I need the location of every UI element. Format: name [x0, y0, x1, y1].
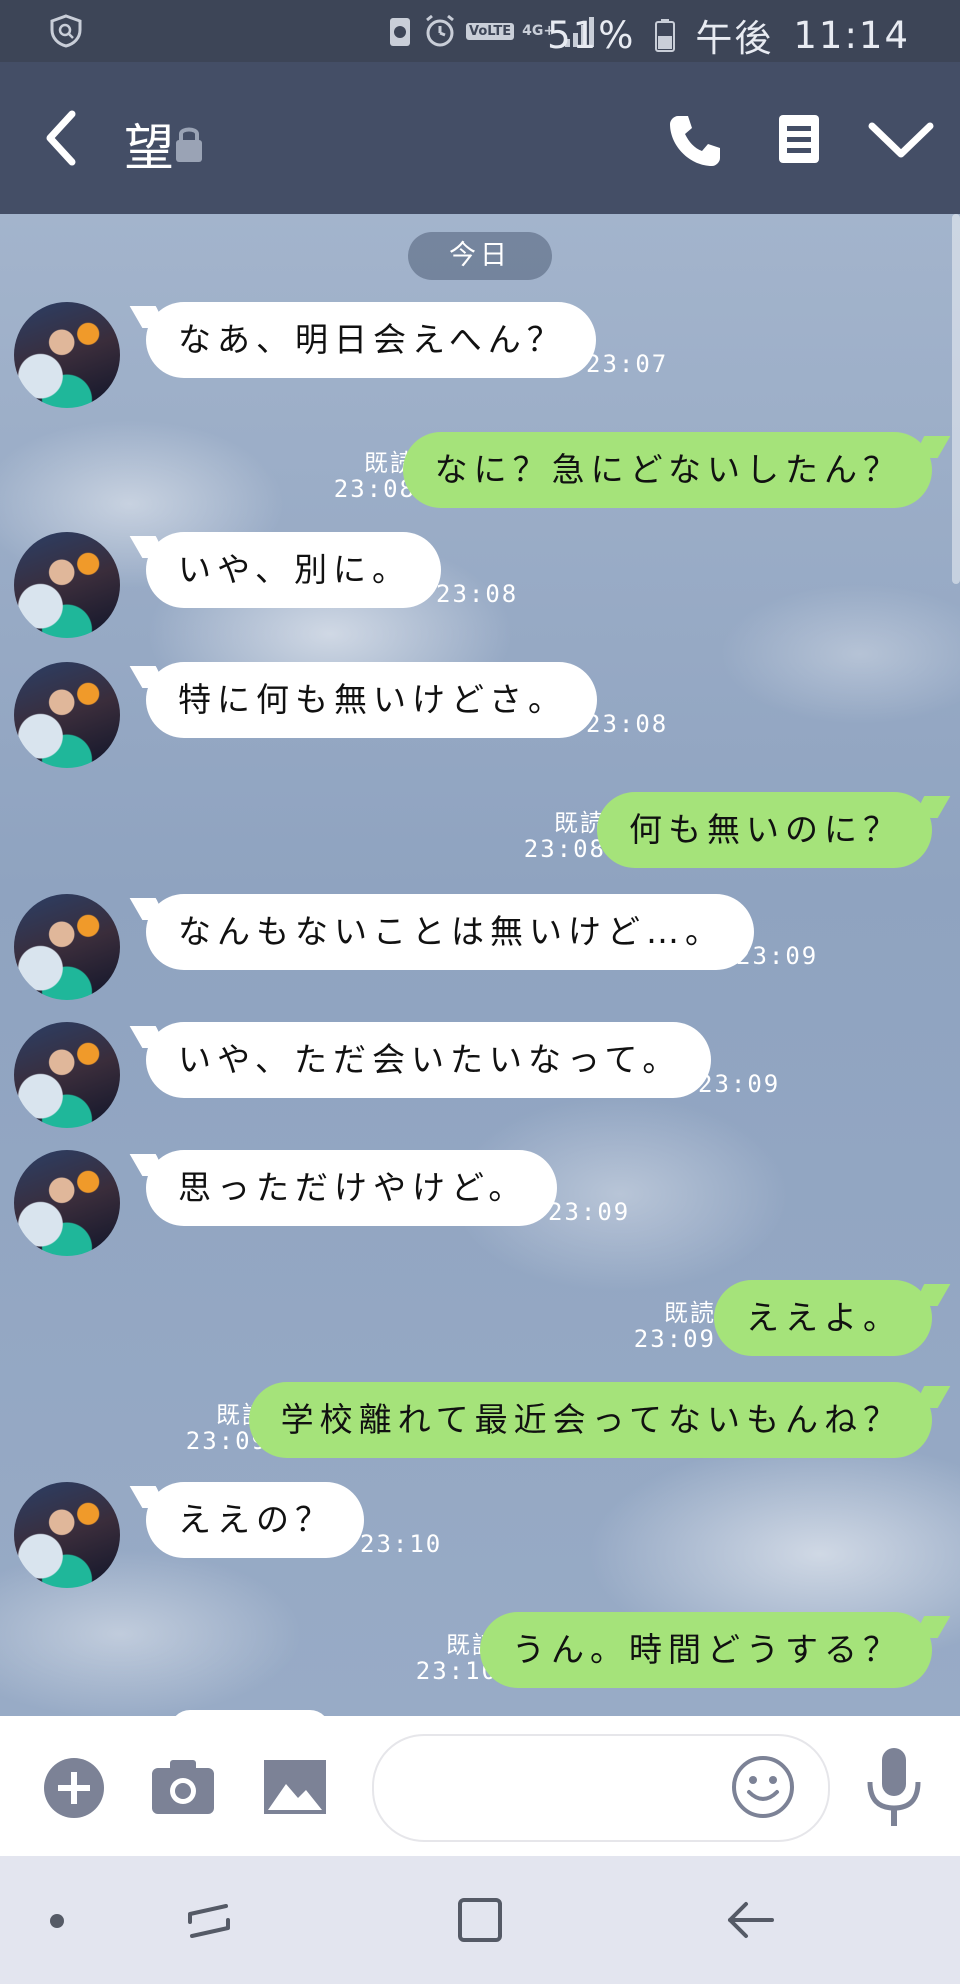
- status-bar: VoLTE 4G+ 51% 午後 11:14: [0, 0, 960, 62]
- nav-back-icon[interactable]: [726, 1900, 776, 1940]
- home-icon[interactable]: [456, 1896, 504, 1944]
- camera-icon[interactable]: [150, 1756, 216, 1816]
- clock: 11:14: [793, 13, 910, 57]
- battery-percent: 51%: [547, 13, 636, 57]
- avatar[interactable]: [14, 532, 120, 638]
- image-icon[interactable]: [262, 1758, 328, 1816]
- read-receipt: 既読 23:09: [633, 1299, 716, 1353]
- outgoing-message[interactable]: 何も無いのに？: [597, 792, 932, 868]
- incoming-message[interactable]: いや、別に。: [146, 532, 442, 608]
- chat-area[interactable]: 今日 なあ、明日会えへん？ 23:07 既読 23:08 なに？急にどないしたん？…: [0, 214, 960, 1716]
- read-receipt: 既読 23:08: [523, 809, 606, 863]
- battery-icon: [655, 19, 676, 52]
- avatar[interactable]: [14, 1150, 120, 1256]
- incoming-message[interactable]: なあ、明日会えへん？: [146, 302, 596, 378]
- incoming-message[interactable]: 特に何も無いけどさ。: [146, 662, 598, 738]
- message-input-bar: [0, 1716, 960, 1856]
- time-period: 午後: [695, 17, 774, 60]
- outgoing-message[interactable]: 学校離れて最近会ってないもんね？: [248, 1382, 932, 1458]
- dropdown-icon[interactable]: [866, 118, 936, 162]
- nav-dot-icon[interactable]: [50, 1914, 64, 1928]
- incoming-message[interactable]: なんもないことは無いけど…。: [146, 894, 754, 970]
- chat-title: 望: [124, 119, 174, 177]
- back-icon[interactable]: [40, 108, 84, 168]
- outgoing-message[interactable]: ええよ。: [714, 1280, 932, 1356]
- avatar[interactable]: [14, 662, 120, 768]
- incoming-message[interactable]: ええの？: [146, 1482, 364, 1558]
- message-time: 23:09: [698, 1070, 781, 1098]
- avatar[interactable]: [14, 1022, 120, 1128]
- incoming-message[interactable]: いや、ただ会いたいなって。: [146, 1022, 712, 1098]
- outgoing-message[interactable]: なに？急にどないしたん？: [402, 432, 932, 508]
- chat-header: 望: [0, 62, 960, 214]
- avatar[interactable]: [14, 1482, 120, 1588]
- recycle-icon: [390, 18, 410, 46]
- message-time: 23:10: [360, 1530, 443, 1558]
- message-time: 23:08: [436, 580, 519, 608]
- avatar[interactable]: [14, 894, 120, 1000]
- notes-icon[interactable]: [776, 112, 822, 166]
- alarm-icon: [426, 14, 454, 47]
- date-separator: 今日: [408, 232, 552, 280]
- lock-icon: [176, 127, 202, 162]
- incoming-message[interactable]: 思っただけやけど。: [146, 1150, 558, 1226]
- message-time: 23:09: [548, 1198, 631, 1226]
- avatar[interactable]: [14, 302, 120, 408]
- message-time: 23:08: [586, 710, 669, 738]
- phone-icon[interactable]: [664, 110, 724, 170]
- mic-icon[interactable]: [864, 1746, 924, 1828]
- message-time: 23:07: [586, 350, 669, 378]
- recent-apps-icon[interactable]: [186, 1900, 232, 1942]
- outgoing-message[interactable]: うん。時間どうする？: [480, 1612, 932, 1688]
- system-nav-bar: [0, 1856, 960, 1984]
- plus-icon[interactable]: [42, 1756, 106, 1820]
- scrollbar[interactable]: [952, 214, 960, 584]
- shield-search-icon: [50, 14, 82, 48]
- emoji-icon[interactable]: [730, 1754, 796, 1820]
- message-time: 23:09: [736, 942, 819, 970]
- volte-icon: VoLTE: [466, 22, 515, 40]
